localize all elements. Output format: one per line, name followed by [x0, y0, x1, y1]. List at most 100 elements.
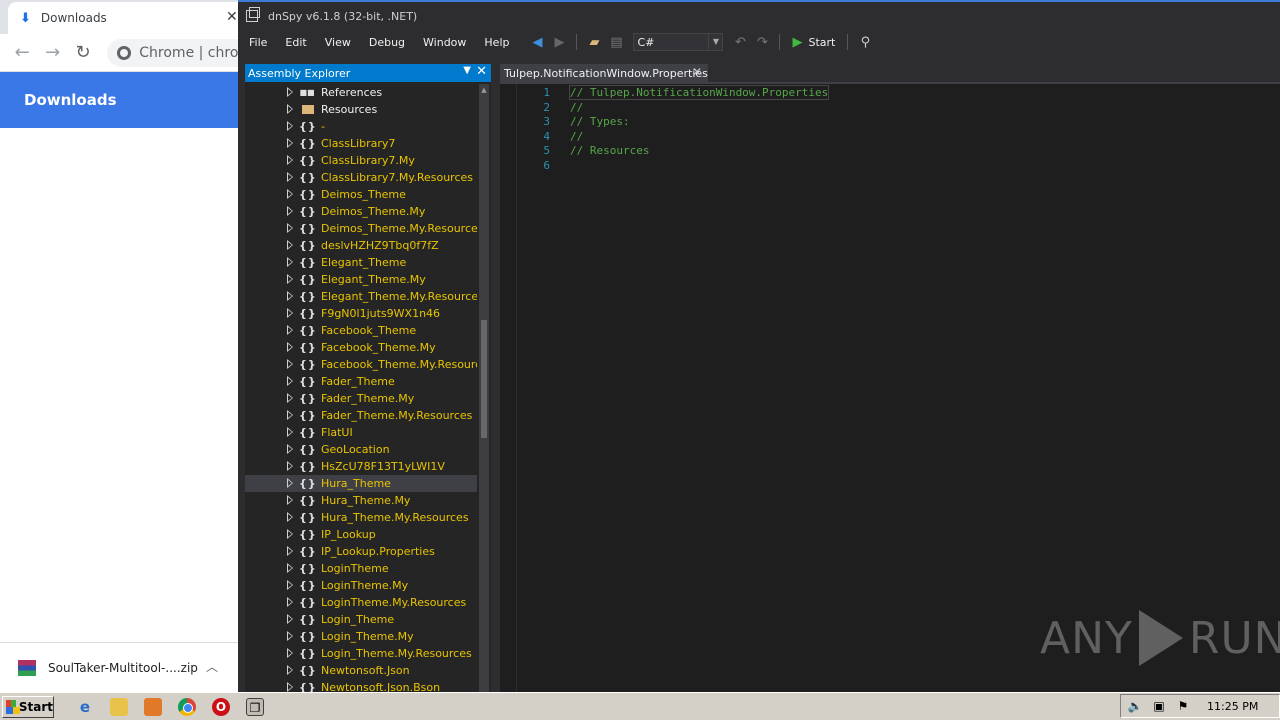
expand-arrow-icon[interactable] — [287, 189, 293, 199]
chrome-icon[interactable] — [178, 697, 196, 716]
tree-node[interactable]: {} LoginTheme — [245, 560, 477, 577]
tree-node[interactable]: {} Elegant_Theme.My — [245, 271, 477, 288]
expand-arrow-icon[interactable] — [287, 614, 293, 624]
expand-arrow-icon[interactable] — [287, 478, 293, 488]
tree-node[interactable]: {} Hura_Theme.My.Resources — [245, 509, 477, 526]
open-folder-icon[interactable]: ▰ — [585, 35, 603, 50]
tree-node[interactable]: {} Deimos_Theme.My.Resources — [245, 220, 477, 237]
tree-node[interactable]: {} Elegant_Theme — [245, 254, 477, 271]
code-editor[interactable]: 1 // Tulpep.NotificationWindow.Properties… — [500, 84, 1280, 692]
expand-arrow-icon[interactable] — [287, 631, 293, 641]
tree-node[interactable]: {} Facebook_Theme — [245, 322, 477, 339]
reload-icon[interactable]: ↻ — [73, 42, 93, 63]
start-debug-button[interactable]: ▶ Start — [792, 35, 835, 50]
redo-icon[interactable]: ↷ — [753, 35, 771, 50]
tree-node[interactable]: Resources — [245, 101, 477, 118]
media-player-icon[interactable] — [144, 697, 162, 716]
tree-node[interactable]: {} deslvHZHZ9Tbq0f7fZ — [245, 237, 477, 254]
open-list-icon[interactable]: ▤ — [607, 35, 625, 50]
expand-arrow-icon[interactable] — [287, 172, 293, 182]
tree-node[interactable]: ■■ References — [245, 84, 477, 101]
tree-node[interactable]: {} FlatUI — [245, 424, 477, 441]
chevron-up-icon[interactable]: ︿ — [206, 658, 218, 675]
tree-node[interactable]: {} - — [245, 118, 477, 135]
tree-node[interactable]: {} Facebook_Theme.My.Resources — [245, 356, 477, 373]
tree-node[interactable]: {} ClassLibrary7.My.Resources — [245, 169, 477, 186]
chrome-tab-downloads[interactable]: ⬇ Downloads ✕ — [8, 2, 248, 34]
download-item-name[interactable]: SoulTaker-Multitool-....zip — [48, 661, 198, 675]
expand-arrow-icon[interactable] — [287, 291, 293, 301]
clock[interactable]: 11:25 PM — [1207, 700, 1258, 713]
menu-edit[interactable]: Edit — [276, 36, 315, 49]
expand-arrow-icon[interactable] — [287, 87, 293, 97]
expand-arrow-icon[interactable] — [287, 597, 293, 607]
tree-node[interactable]: {} Deimos_Theme.My — [245, 203, 477, 220]
tree-node[interactable]: {} Fader_Theme.My — [245, 390, 477, 407]
document-tab[interactable]: Tulpep.NotificationWindow.Properties ✕ — [500, 64, 708, 82]
expand-arrow-icon[interactable] — [287, 563, 293, 573]
code-line[interactable]: 6 — [500, 159, 1280, 174]
tree-node[interactable]: {} HsZcU78F13T1yLWI1V — [245, 458, 477, 475]
undo-icon[interactable]: ↶ — [731, 35, 749, 50]
menu-file[interactable]: File — [240, 36, 276, 49]
tree-node[interactable]: {} Fader_Theme — [245, 373, 477, 390]
expand-arrow-icon[interactable] — [287, 512, 293, 522]
expand-arrow-icon[interactable] — [287, 461, 293, 471]
expand-arrow-icon[interactable] — [287, 138, 293, 148]
code-line[interactable]: 1 // Tulpep.NotificationWindow.Properties — [500, 85, 1280, 101]
tree-node[interactable]: {} LoginTheme.My — [245, 577, 477, 594]
navigate-forward-icon[interactable]: ▶ — [550, 35, 568, 50]
close-icon[interactable]: ✕ — [692, 65, 702, 79]
expand-arrow-icon[interactable] — [287, 121, 293, 131]
dropdown-arrow-icon[interactable]: ▼ — [708, 34, 722, 50]
tree-node[interactable]: {} IP_Lookup.Properties — [245, 543, 477, 560]
language-select[interactable]: C# ▼ — [633, 33, 724, 51]
tree-node[interactable]: {} Facebook_Theme.My — [245, 339, 477, 356]
tree-node[interactable]: {} GeoLocation — [245, 441, 477, 458]
explorer-scrollbar[interactable]: ▲ — [479, 84, 489, 692]
expand-arrow-icon[interactable] — [287, 274, 293, 284]
expand-arrow-icon[interactable] — [287, 104, 293, 114]
expand-arrow-icon[interactable] — [287, 529, 293, 539]
tree-node[interactable]: {} Hura_Theme — [245, 475, 477, 492]
expand-arrow-icon[interactable] — [287, 223, 293, 233]
expand-arrow-icon[interactable] — [287, 359, 293, 369]
menu-window[interactable]: Window — [414, 36, 475, 49]
opera-icon[interactable]: O — [212, 697, 230, 716]
start-button[interactable]: Start — [2, 695, 54, 718]
expand-arrow-icon[interactable] — [287, 155, 293, 165]
expand-arrow-icon[interactable] — [287, 206, 293, 216]
expand-arrow-icon[interactable] — [287, 665, 293, 675]
search-icon[interactable]: ⚲ — [856, 35, 874, 50]
tree-node[interactable]: {} ClassLibrary7 — [245, 135, 477, 152]
code-line[interactable]: 3 // Types: — [500, 115, 1280, 130]
expand-arrow-icon[interactable] — [287, 410, 293, 420]
expand-arrow-icon[interactable] — [287, 580, 293, 590]
tree-node[interactable]: {} Newtonsoft.Json — [245, 662, 477, 679]
expand-arrow-icon[interactable] — [287, 376, 293, 386]
volume-icon[interactable]: 🔈 — [1127, 699, 1143, 713]
expand-arrow-icon[interactable] — [287, 427, 293, 437]
tree-node[interactable]: {} Elegant_Theme.My.Resources — [245, 288, 477, 305]
back-icon[interactable]: ← — [12, 42, 32, 63]
expand-arrow-icon[interactable] — [287, 308, 293, 318]
tree-node[interactable]: {} F9gN0l1juts9WX1n46 — [245, 305, 477, 322]
expand-arrow-icon[interactable] — [287, 325, 293, 335]
panel-menu-icon[interactable]: ▼ — [463, 65, 471, 76]
menu-view[interactable]: View — [316, 36, 360, 49]
expand-arrow-icon[interactable] — [287, 546, 293, 556]
expand-arrow-icon[interactable] — [287, 342, 293, 352]
expand-arrow-icon[interactable] — [287, 682, 293, 692]
menu-help[interactable]: Help — [475, 36, 518, 49]
expand-arrow-icon[interactable] — [287, 257, 293, 267]
flag-icon[interactable]: ⚑ — [1175, 699, 1191, 713]
scroll-up-icon[interactable]: ▲ — [479, 86, 489, 94]
close-icon[interactable]: ✕ — [226, 9, 238, 25]
expand-arrow-icon[interactable] — [287, 393, 293, 403]
expand-arrow-icon[interactable] — [287, 444, 293, 454]
tree-node[interactable]: {} LoginTheme.My.Resources — [245, 594, 477, 611]
expand-arrow-icon[interactable] — [287, 240, 293, 250]
tree-node[interactable]: {} Newtonsoft.Json.Bson — [245, 679, 477, 692]
navigate-back-icon[interactable]: ◀ — [528, 35, 546, 50]
tree-node[interactable]: {} Deimos_Theme — [245, 186, 477, 203]
